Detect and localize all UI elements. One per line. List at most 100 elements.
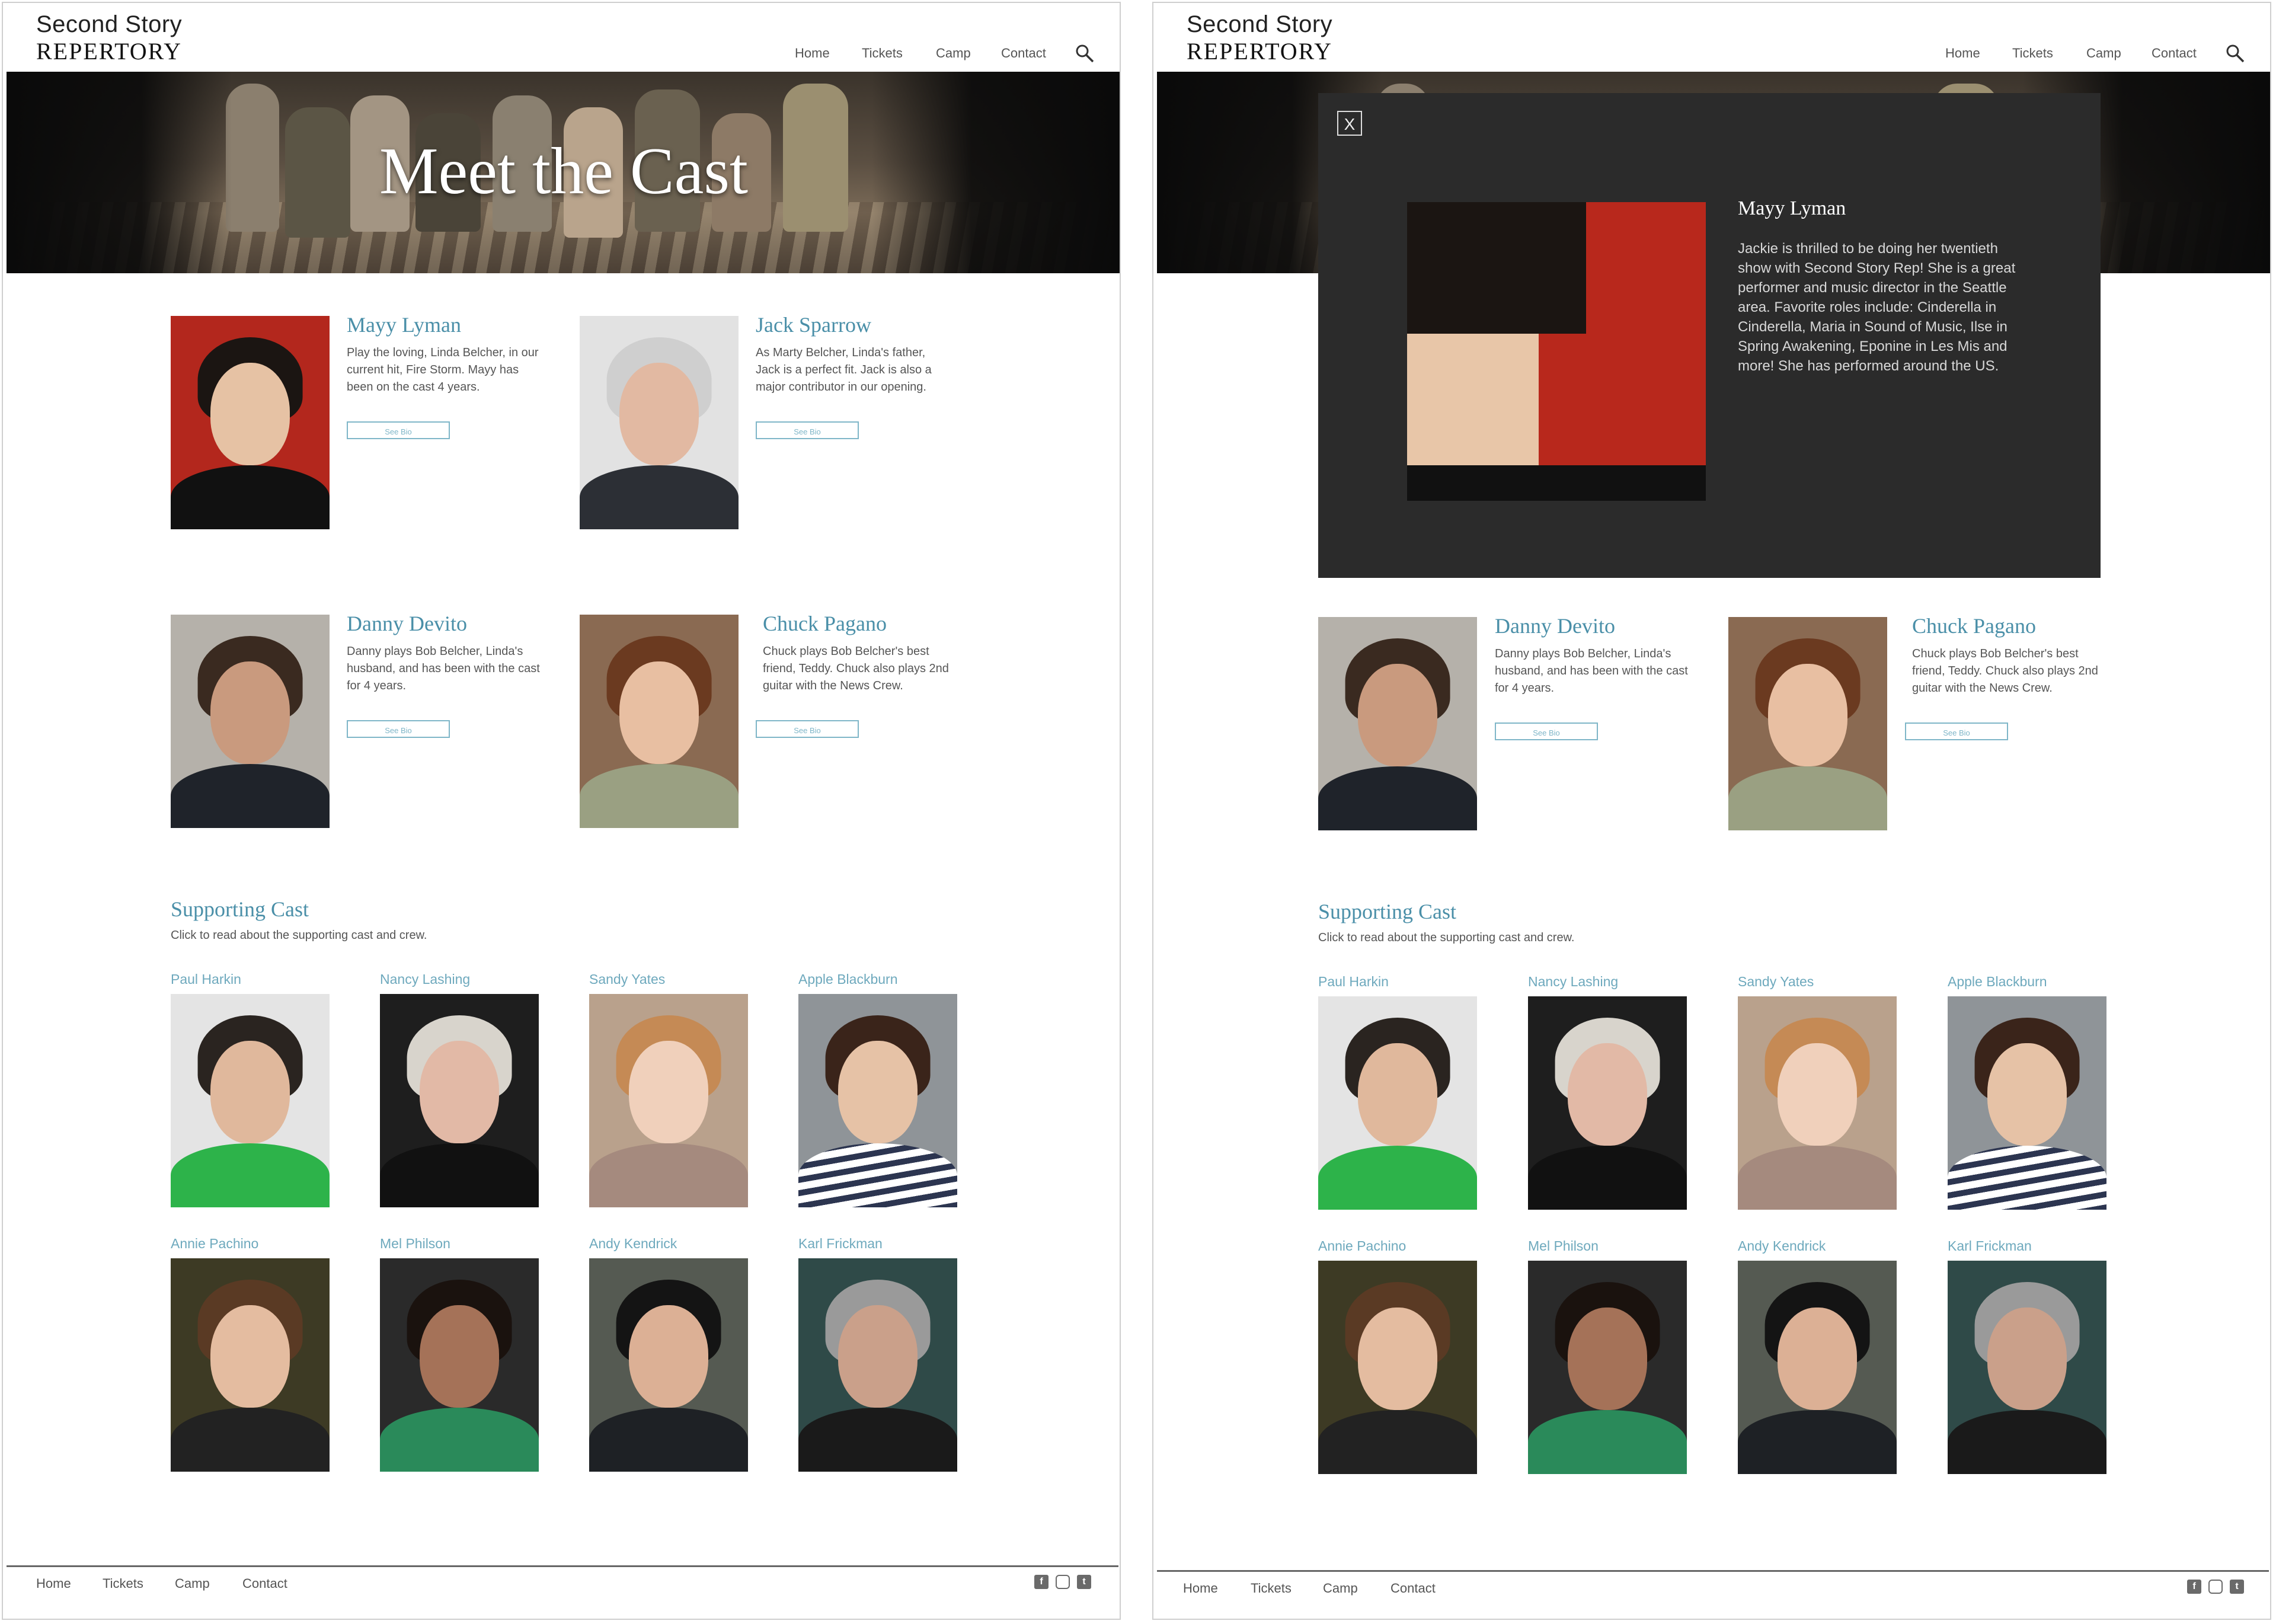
footer-link-tickets[interactable]: Tickets	[103, 1576, 143, 1591]
supporting-cast-title: Supporting Cast	[171, 897, 309, 921]
search-icon[interactable]	[1075, 43, 1095, 63]
nav-home[interactable]: Home	[795, 46, 830, 61]
support-name[interactable]: Mel Philson	[1528, 1238, 1599, 1254]
support-name[interactable]: Annie Pachino	[1318, 1238, 1406, 1254]
nav-contact[interactable]: Contact	[2152, 46, 2197, 61]
logo-line1[interactable]: Second Story	[36, 11, 182, 38]
support-name[interactable]: Annie Pachino	[171, 1236, 258, 1252]
cast-bio-modal: X Mayy Lyman Jackie is thrilled to be do…	[1318, 93, 2101, 578]
cast-name[interactable]: Chuck Pagano	[1912, 613, 2036, 638]
footer-link-home[interactable]: Home	[36, 1576, 71, 1591]
page-title: Meet the Cast	[379, 135, 749, 208]
support-name[interactable]: Nancy Lashing	[1528, 974, 1618, 990]
support-photo[interactable]	[1948, 996, 2106, 1210]
supporting-cast-title: Supporting Cast	[1318, 900, 1457, 923]
support-name[interactable]: Andy Kendrick	[1738, 1238, 1826, 1254]
support-name[interactable]: Apple Blackburn	[798, 971, 898, 987]
cast-description: As Marty Belcher, Linda's father, Jack i…	[756, 346, 932, 394]
support-name[interactable]: Andy Kendrick	[589, 1236, 677, 1252]
nav-camp[interactable]: Camp	[936, 46, 971, 61]
support-name[interactable]: Paul Harkin	[171, 971, 241, 987]
cast-description: Play the loving, Linda Belcher, in our c…	[347, 346, 539, 394]
support-photo[interactable]	[380, 1258, 539, 1472]
facebook-icon[interactable]: f	[1034, 1575, 1049, 1589]
support-photo[interactable]	[589, 994, 748, 1207]
support-photo[interactable]	[798, 1258, 957, 1472]
modal-cast-photo	[1407, 202, 1706, 501]
support-photo[interactable]	[798, 994, 957, 1207]
support-photo[interactable]	[1528, 996, 1687, 1210]
facebook-icon[interactable]: f	[2187, 1580, 2201, 1594]
support-name[interactable]: Sandy Yates	[589, 971, 665, 987]
instagram-icon[interactable]	[1056, 1575, 1070, 1589]
support-name[interactable]: Nancy Lashing	[380, 971, 470, 987]
footer-link-contact[interactable]: Contact	[1390, 1581, 1436, 1596]
support-photo[interactable]	[1528, 1261, 1687, 1474]
support-name[interactable]: Apple Blackburn	[1948, 974, 2047, 990]
logo-line2[interactable]: REPERTORY	[1187, 37, 1332, 65]
nav-contact[interactable]: Contact	[1001, 46, 1046, 61]
footer-link-home[interactable]: Home	[1183, 1581, 1218, 1596]
support-name[interactable]: Karl Frickman	[1948, 1238, 2032, 1254]
see-bio-button[interactable]: See Bio	[1905, 723, 2008, 740]
support-photo[interactable]	[171, 1258, 330, 1472]
see-bio-button[interactable]: See Bio	[756, 720, 859, 738]
logo-line1[interactable]: Second Story	[1187, 11, 1332, 38]
footer-link-tickets[interactable]: Tickets	[1251, 1581, 1292, 1596]
cast-name[interactable]: Danny Devito	[347, 611, 467, 636]
support-photo[interactable]	[380, 994, 539, 1207]
logo-line2[interactable]: REPERTORY	[36, 37, 182, 65]
nav-home[interactable]: Home	[1945, 46, 1980, 61]
cast-name[interactable]: Jack Sparrow	[756, 312, 871, 337]
cast-photo-chuck-pagano[interactable]	[580, 615, 739, 828]
nav-camp[interactable]: Camp	[2086, 46, 2121, 61]
cast-description: Danny plays Bob Belcher, Linda's husband…	[1495, 647, 1688, 695]
cast-photo-jack-sparrow[interactable]	[580, 316, 739, 529]
modal-cast-bio: Jackie is thrilled to be doing her twent…	[1738, 241, 2016, 374]
modal-cast-name: Mayy Lyman	[1738, 197, 1846, 219]
support-photo[interactable]	[1318, 1261, 1477, 1474]
support-photo[interactable]	[1948, 1261, 2106, 1474]
footer-link-camp[interactable]: Camp	[1323, 1581, 1358, 1596]
cast-photo-danny-devito[interactable]	[171, 615, 330, 828]
cast-photo-mayy-lyman[interactable]	[171, 316, 330, 529]
twitter-icon[interactable]: t	[2230, 1580, 2244, 1594]
cast-description: Chuck plays Bob Belcher's best friend, T…	[763, 645, 949, 692]
supporting-cast-subtitle: Click to read about the supporting cast …	[171, 929, 427, 942]
see-bio-button[interactable]: See Bio	[347, 421, 450, 439]
cast-description: Danny plays Bob Belcher, Linda's husband…	[347, 645, 540, 692]
cast-photo-chuck-pagano[interactable]	[1728, 617, 1887, 830]
site-header: Second Story REPERTORY Home Tickets Camp…	[3, 3, 1120, 69]
support-photo[interactable]	[1318, 996, 1477, 1210]
close-button[interactable]: X	[1337, 111, 1362, 136]
footer-link-camp[interactable]: Camp	[175, 1576, 210, 1591]
page-view-modal-open: Second Story REPERTORY Home Tickets Camp…	[1152, 2, 2271, 1620]
cast-name[interactable]: Mayy Lyman	[347, 312, 461, 337]
support-name[interactable]: Paul Harkin	[1318, 974, 1389, 990]
cast-photo-danny-devito[interactable]	[1318, 617, 1477, 830]
instagram-icon[interactable]	[2208, 1580, 2223, 1594]
nav-tickets[interactable]: Tickets	[2012, 46, 2053, 61]
cast-description: Chuck plays Bob Belcher's best friend, T…	[1912, 647, 2098, 695]
twitter-icon[interactable]: t	[1077, 1575, 1091, 1589]
support-name[interactable]: Karl Frickman	[798, 1236, 883, 1252]
nav-tickets[interactable]: Tickets	[862, 46, 903, 61]
support-photo[interactable]	[1738, 996, 1897, 1210]
see-bio-button[interactable]: See Bio	[756, 421, 859, 439]
page-view-default: Second Story REPERTORY Home Tickets Camp…	[2, 2, 1121, 1620]
cast-name[interactable]: Danny Devito	[1495, 613, 1615, 638]
support-name[interactable]: Sandy Yates	[1738, 974, 1814, 990]
support-photo[interactable]	[171, 994, 330, 1207]
cast-name[interactable]: Chuck Pagano	[763, 611, 887, 636]
support-photo[interactable]	[589, 1258, 748, 1472]
hero-banner: Meet the Cast	[7, 72, 1120, 273]
supporting-cast-subtitle: Click to read about the supporting cast …	[1318, 931, 1575, 944]
see-bio-button[interactable]: See Bio	[1495, 723, 1598, 740]
footer-divider	[7, 1565, 1118, 1567]
site-header: Second Story REPERTORY Home Tickets Camp…	[1153, 3, 2270, 69]
footer-link-contact[interactable]: Contact	[242, 1576, 287, 1591]
support-photo[interactable]	[1738, 1261, 1897, 1474]
search-icon[interactable]	[2225, 43, 2245, 63]
see-bio-button[interactable]: See Bio	[347, 720, 450, 738]
support-name[interactable]: Mel Philson	[380, 1236, 450, 1252]
